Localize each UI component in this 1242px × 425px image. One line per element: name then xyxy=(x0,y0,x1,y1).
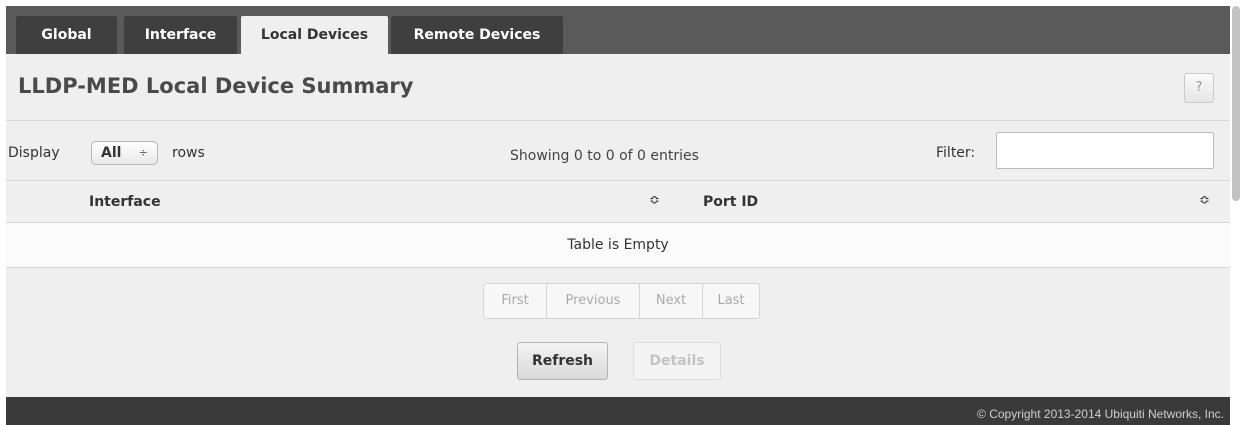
header-divider xyxy=(6,120,1230,121)
copyright-text: © Copyright 2013-2014 Ubiquiti Networks,… xyxy=(977,407,1224,421)
refresh-button[interactable]: Refresh xyxy=(517,342,608,380)
footer: © Copyright 2013-2014 Ubiquiti Networks,… xyxy=(6,397,1230,425)
tab-bar: Global Interface Local Devices Remote De… xyxy=(6,6,1230,54)
rows-label: rows xyxy=(172,145,205,161)
table-empty-row: Table is Empty xyxy=(6,223,1230,268)
tab-global[interactable]: Global xyxy=(16,16,117,54)
pagination: First Previous Next Last xyxy=(483,283,760,319)
display-select-value: All xyxy=(101,145,122,161)
select-arrows-icon: ÷ xyxy=(138,146,148,159)
tab-local-devices[interactable]: Local Devices xyxy=(241,16,388,54)
filter-input[interactable] xyxy=(996,132,1214,169)
tab-remote-devices[interactable]: Remote Devices xyxy=(391,16,563,54)
pagination-previous-button[interactable]: Previous xyxy=(547,284,640,318)
column-header-interface[interactable]: Interface xyxy=(89,194,161,210)
column-header-port-id[interactable]: Port ID xyxy=(703,194,758,210)
scrollbar[interactable] xyxy=(1230,6,1242,425)
display-rows-select[interactable]: All ÷ xyxy=(91,141,158,165)
table-header: Interface ≎ Port ID ≎ xyxy=(6,180,1230,223)
page-title: LLDP-MED Local Device Summary xyxy=(18,74,414,98)
sort-icon[interactable]: ≎ xyxy=(649,193,660,208)
sort-icon[interactable]: ≎ xyxy=(1199,193,1210,208)
app-frame: Global Interface Local Devices Remote De… xyxy=(6,6,1230,425)
scrollbar-thumb[interactable] xyxy=(1232,6,1240,201)
pagination-last-button[interactable]: Last xyxy=(703,284,759,318)
entries-info: Showing 0 to 0 of 0 entries xyxy=(510,148,699,164)
display-label: Display xyxy=(8,145,60,161)
filter-label: Filter: xyxy=(936,145,976,161)
tab-interface[interactable]: Interface xyxy=(124,16,237,54)
pagination-next-button[interactable]: Next xyxy=(640,284,703,318)
help-button[interactable]: ? xyxy=(1184,73,1214,103)
pagination-first-button[interactable]: First xyxy=(484,284,547,318)
details-button[interactable]: Details xyxy=(633,342,721,380)
